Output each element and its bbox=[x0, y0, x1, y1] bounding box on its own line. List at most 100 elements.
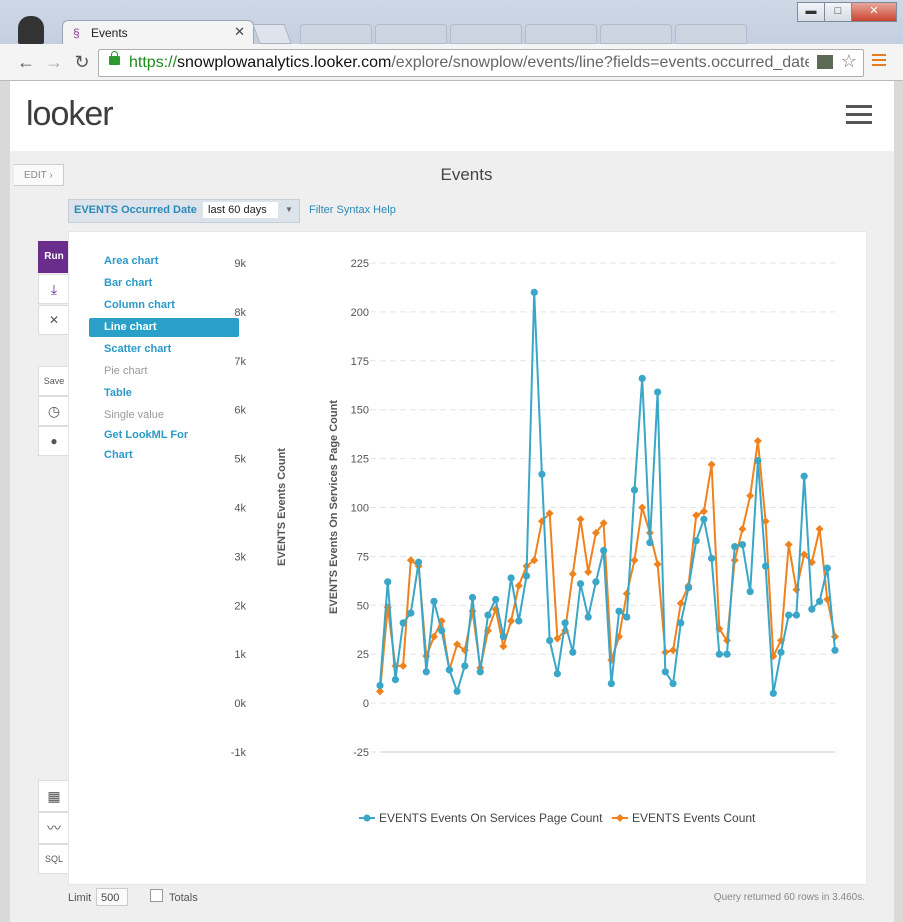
filter-syntax-help-link[interactable]: Filter Syntax Help bbox=[309, 204, 396, 216]
point-services-page-count bbox=[754, 456, 762, 465]
right-axis-title: EVENTS Events On Services Page Count bbox=[328, 400, 340, 614]
reload-icon[interactable]: ↻ bbox=[70, 50, 94, 74]
point-services-page-count bbox=[831, 646, 839, 654]
point-services-page-count bbox=[391, 676, 400, 684]
tab-events[interactable]: § Events ✕ bbox=[62, 20, 254, 45]
left-tick-label: -1k bbox=[231, 747, 247, 759]
right-tick-label: 175 bbox=[351, 356, 369, 368]
run-button[interactable]: Run bbox=[38, 241, 70, 273]
point-services-page-count bbox=[654, 388, 662, 396]
point-services-page-count bbox=[592, 578, 600, 586]
point-services-page-count bbox=[785, 611, 793, 619]
point-services-page-count bbox=[746, 588, 754, 596]
filter-row: EVENTS Occurred Date last 60 days ▼ bbox=[68, 199, 300, 223]
point-events-count bbox=[669, 646, 678, 655]
lock-icon bbox=[109, 51, 120, 65]
window-minimize-button[interactable]: ▬ bbox=[797, 2, 825, 22]
chevron-down-icon[interactable]: ▼ bbox=[285, 205, 293, 214]
right-tick-label: 0 bbox=[363, 698, 369, 710]
point-services-page-count bbox=[638, 374, 646, 383]
line-chart: 9k 225 8k 200 7k 175 6k 150 5k 125 4k 100 3k 75 2k 50 1k… bbox=[231, 258, 839, 825]
right-tick-label: -25 bbox=[353, 747, 369, 759]
background-tab[interactable] bbox=[675, 24, 747, 44]
logo-text: looker bbox=[26, 95, 114, 133]
point-services-page-count bbox=[761, 562, 770, 570]
point-events-count bbox=[399, 661, 408, 670]
point-services-page-count bbox=[492, 595, 500, 604]
clock-icon[interactable]: ◷ bbox=[38, 396, 70, 426]
window-close-button[interactable]: ✕ bbox=[851, 2, 897, 22]
point-events-count bbox=[699, 507, 708, 516]
address-bar[interactable]: https://snowplowanalytics.looker.com/exp… bbox=[98, 49, 864, 77]
background-tab[interactable] bbox=[300, 24, 372, 44]
download-icon[interactable]: ⤓ bbox=[38, 274, 70, 304]
point-services-page-count bbox=[384, 578, 392, 586]
background-tab[interactable] bbox=[525, 24, 597, 44]
tab-close-icon[interactable]: ✕ bbox=[234, 24, 245, 40]
point-services-page-count bbox=[584, 613, 592, 621]
browser-menu-icon[interactable] bbox=[872, 54, 886, 68]
looker-logo[interactable]: looker bbox=[26, 95, 114, 134]
window-maximize-button[interactable]: □ bbox=[824, 2, 852, 22]
point-services-page-count bbox=[399, 619, 407, 627]
forward-arrow-icon[interactable]: → bbox=[42, 50, 66, 74]
background-tab[interactable] bbox=[450, 24, 522, 44]
legend-marker-services-page-count bbox=[363, 814, 371, 822]
looker-favicon-icon: § bbox=[73, 26, 80, 40]
extension-icon[interactable] bbox=[817, 55, 833, 69]
background-tab[interactable] bbox=[600, 24, 672, 44]
point-services-page-count bbox=[507, 574, 515, 582]
user-icon[interactable]: ● bbox=[38, 426, 70, 456]
point-services-page-count bbox=[661, 668, 669, 676]
point-services-page-count bbox=[538, 470, 546, 478]
series-line-services-page-count bbox=[379, 292, 836, 695]
filter-value-select[interactable]: last 60 days bbox=[203, 202, 278, 218]
right-tick-label: 125 bbox=[351, 454, 369, 466]
point-services-page-count bbox=[738, 541, 747, 549]
back-arrow-icon[interactable]: ← bbox=[14, 50, 38, 74]
url-text: https://snowplowanalytics.looker.com/exp… bbox=[129, 54, 809, 72]
point-events-count bbox=[738, 525, 747, 534]
point-services-page-count bbox=[561, 619, 569, 627]
background-tab[interactable] bbox=[375, 24, 447, 44]
point-services-page-count bbox=[731, 543, 739, 551]
point-events-count bbox=[576, 515, 585, 524]
point-events-count bbox=[692, 511, 701, 520]
right-tick-label: 225 bbox=[351, 258, 369, 270]
point-events-count bbox=[831, 632, 839, 641]
point-services-page-count bbox=[468, 593, 477, 602]
point-services-page-count bbox=[607, 679, 615, 688]
legend-label-services-page-count: EVENTS Events On Services Page Count bbox=[379, 811, 603, 825]
point-services-page-count bbox=[700, 515, 708, 523]
clear-icon[interactable]: ✕ bbox=[38, 305, 70, 335]
save-button[interactable]: Save bbox=[38, 366, 70, 396]
point-services-page-count bbox=[615, 607, 623, 615]
hamburger-menu-icon[interactable] bbox=[846, 105, 872, 129]
totals-checkbox[interactable] bbox=[150, 889, 163, 902]
star-icon[interactable]: ☆ bbox=[841, 51, 857, 72]
query-status: Query returned 60 rows in 3.460s. bbox=[713, 892, 865, 903]
point-services-page-count bbox=[684, 584, 693, 592]
point-services-page-count bbox=[414, 558, 423, 566]
point-events-count bbox=[753, 436, 762, 445]
point-events-count bbox=[622, 589, 631, 598]
point-services-page-count bbox=[769, 689, 777, 697]
point-services-page-count bbox=[823, 564, 831, 572]
line-chart-icon[interactable]: 〰 bbox=[38, 812, 70, 844]
sql-button[interactable]: SQL bbox=[38, 844, 70, 874]
point-services-page-count bbox=[499, 632, 507, 641]
point-services-page-count bbox=[530, 288, 538, 296]
point-events-count bbox=[784, 540, 793, 549]
tab-title: Events bbox=[91, 26, 128, 40]
limit-input[interactable]: 500 bbox=[96, 888, 128, 906]
point-services-page-count bbox=[677, 619, 685, 627]
point-events-count bbox=[653, 560, 662, 569]
grid-icon[interactable]: ▦ bbox=[38, 780, 70, 812]
point-services-page-count bbox=[692, 537, 700, 545]
url-scheme: https:// bbox=[129, 54, 178, 71]
filter-field-label: EVENTS Occurred Date bbox=[74, 204, 197, 216]
point-services-page-count bbox=[715, 650, 723, 658]
new-tab-button[interactable] bbox=[252, 24, 292, 44]
left-tick-label: 7k bbox=[234, 356, 246, 368]
right-tick-label: 100 bbox=[351, 503, 369, 515]
